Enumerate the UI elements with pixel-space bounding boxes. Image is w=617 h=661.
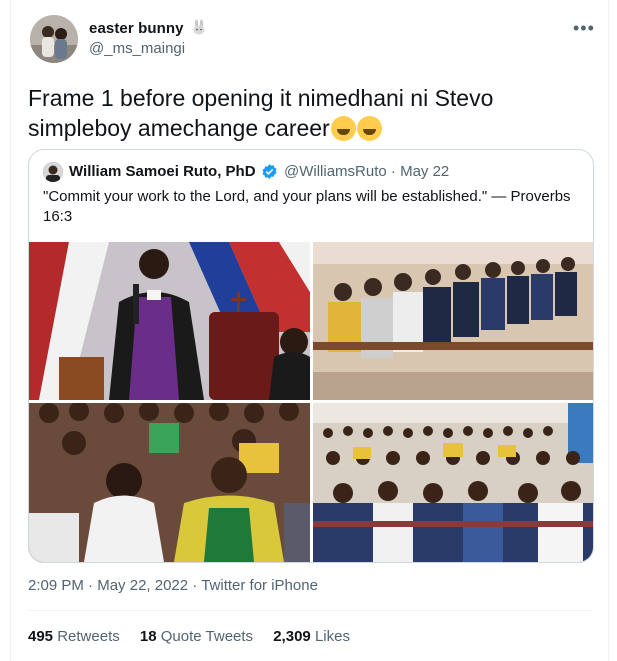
quoted-author-name[interactable]: William Samoei Ruto, PhD [69,163,256,180]
tweet-time[interactable]: 2:09 PM [28,577,84,594]
quoted-tweet[interactable]: William Samoei Ruto, PhD @WilliamsRuto ·… [28,149,594,563]
front-row-photo[interactable] [313,242,593,400]
congregation-closeup-photo[interactable] [29,403,310,562]
preacher-photo[interactable] [29,242,310,400]
author-avatar[interactable] [30,15,78,63]
quoted-text: "Commit your work to the Lord, and your … [43,188,571,225]
quoted-author-avatar[interactable] [43,162,63,182]
tweet-card: easter bunny @_ms_maingi ••• Frame 1 bef… [10,0,609,661]
grinning-sweat-emoji [330,116,356,141]
likes-count: 2,309 [273,628,311,645]
congregation-wide-photo[interactable] [313,403,593,562]
tears-of-joy-emoji [356,116,382,141]
tweet-body: Frame 1 before opening it nimedhani ni S… [28,85,494,141]
tweet-stats: 495 Retweets 18 Quote Tweets 2,309 Likes [28,628,366,645]
divider [28,610,593,611]
likes-label: Likes [314,628,350,645]
rabbit-icon [191,19,207,39]
quote-tweets-label: Quote Tweets [160,628,254,645]
quoted-date[interactable]: · May 22 [391,163,449,180]
quoted-handle[interactable]: @WilliamsRuto [284,163,387,180]
meta-separator: · [88,577,98,594]
retweets-count: 495 [28,628,54,645]
retweets-stat[interactable]: 495 Retweets [28,628,120,645]
verified-badge-icon [261,163,278,180]
likes-stat[interactable]: 2,309 Likes [273,628,350,645]
tweet-date[interactable]: May 22, 2022 [97,577,188,594]
tweet-meta: 2:09 PM · May 22, 2022 · Twitter for iPh… [28,577,318,594]
quote-tweets-stat[interactable]: 18 Quote Tweets [140,628,253,645]
tweet-source[interactable]: Twitter for iPhone [201,577,318,594]
meta-separator: · [192,577,202,594]
author-name[interactable]: easter bunny [89,20,184,37]
author-name-row[interactable]: easter bunny [89,19,207,39]
author-handle[interactable]: @_ms_maingi [89,40,185,57]
retweets-label: Retweets [57,628,120,645]
quoted-handle-date[interactable]: @WilliamsRuto · May 22 [284,163,449,180]
tweet-text: Frame 1 before opening it nimedhani ni S… [28,83,588,143]
quote-tweets-count: 18 [139,628,157,645]
more-options-icon[interactable]: ••• [573,18,595,39]
